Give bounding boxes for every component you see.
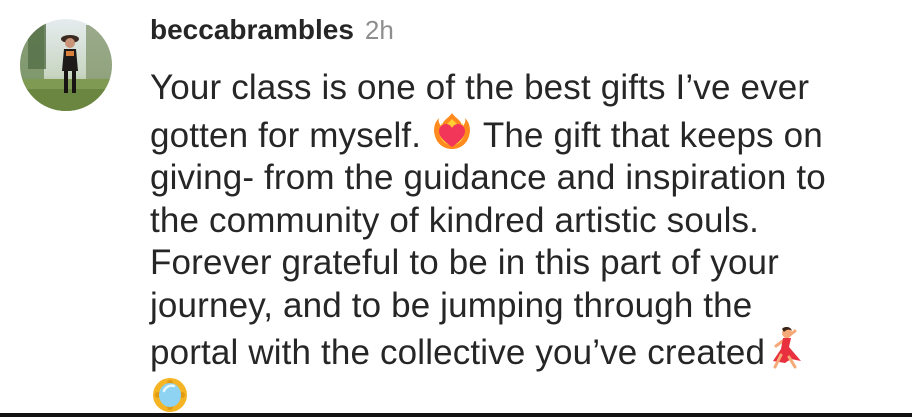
username-link[interactable]: beccabrambles (150, 14, 354, 46)
profile-photo-avatar[interactable] (20, 19, 112, 111)
comment-line: gotten for myself. The gift that keeps o… (150, 110, 900, 158)
comment-line: journey, and to be jumping through the (150, 285, 900, 328)
divider (0, 413, 912, 417)
mirror-icon (150, 375, 190, 415)
avatar-image (20, 19, 112, 111)
comment-text-segment: gotten for myself. (150, 116, 421, 155)
comment: beccabrambles 2h Your class is one of th… (0, 0, 912, 417)
comment-line: Forever grateful to be in this part of y… (150, 242, 900, 285)
timestamp: 2h (365, 15, 394, 46)
comment-line: Your class is one of the best gifts I’ve… (150, 67, 900, 110)
comment-line: giving- from the guidance and inspiratio… (150, 157, 900, 200)
comment-text: Your class is one of the best gifts I’ve… (150, 67, 900, 420)
dancer-icon (765, 327, 805, 369)
comment-line: portal with the collective you’ve create… (150, 327, 900, 375)
comment-line: the community of kindred artistic souls. (150, 200, 900, 243)
comment-header: beccabrambles 2h (150, 14, 394, 50)
heart-on-fire-icon (431, 110, 473, 152)
comment-text-segment: The gift that keeps on (483, 116, 823, 155)
comment-text-segment: portal with the collective you’ve create… (150, 333, 765, 372)
